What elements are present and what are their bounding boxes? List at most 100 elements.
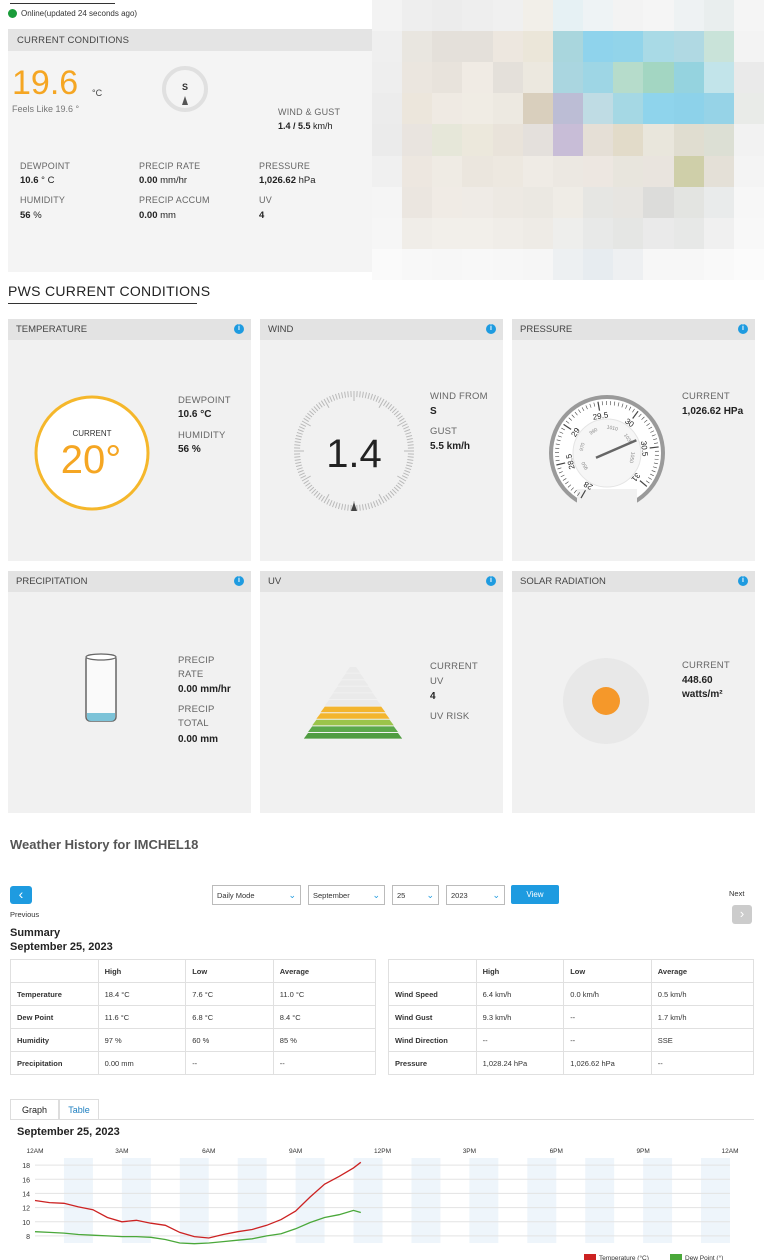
summary-table-left: High Low Average Temperature 18.4 °C 7.6 °C 11… [10, 959, 377, 1075]
table-cell: 97 % [97, 1028, 187, 1052]
y-tick-label: 8 [26, 1234, 30, 1241]
dewpoint-label: DEWPOINT [20, 161, 71, 171]
column-header: Low [185, 959, 274, 983]
pws-dewpoint-label: DEWPOINT [178, 395, 231, 406]
table-header-row: High Low Average [388, 959, 755, 983]
uv-current-label-1: CURRENT [430, 661, 478, 672]
pws-precip-total-value: 0.00 mm [178, 734, 219, 745]
precipitation-card: PRECIPITATION i PRECIP RATE 0.00 mm/hr P… [8, 571, 251, 813]
chevron-down-icon: ⌄ [372, 889, 380, 900]
wind-gust-value: 1.4 / 5.5 km/h [278, 121, 333, 131]
temperature-card: TEMPERATURE i CURRENT 20° DEWPOINT 10.6 … [8, 319, 251, 561]
pressure-current-label: CURRENT [682, 391, 730, 402]
uv-level-band [341, 673, 365, 680]
day-select[interactable]: 25 ⌄ [392, 885, 439, 905]
next-label[interactable]: Next [729, 889, 744, 898]
rain-gauge-icon [85, 653, 117, 722]
mode-select[interactable]: Daily Mode ⌄ [212, 885, 301, 905]
table-cell: 11.0 °C [272, 982, 377, 1006]
wind-direction: S [181, 82, 188, 92]
info-icon[interactable]: i [486, 324, 496, 334]
info-icon[interactable]: i [234, 576, 244, 586]
wind-compass: S [162, 66, 208, 112]
history-chart[interactable]: 8 10 12 14 16 18 12AM 3AM 6AM 9AM 12PM 3PM 6PM 9PM 12A… [0, 1140, 764, 1260]
legend-swatch [670, 1254, 682, 1260]
tab-table[interactable]: Table [59, 1099, 99, 1120]
table-header-row: High Low Average [10, 959, 377, 983]
uv-level-band [337, 680, 369, 686]
legend-label: Temperature (°C) [599, 1254, 649, 1260]
solar-current-value: 448.60 [682, 675, 713, 686]
pws-title-underline [8, 303, 197, 304]
uv-card-header: UV i [260, 571, 503, 592]
view-button[interactable]: View [511, 885, 559, 904]
pws-dewpoint-value: 10.6 °C [178, 409, 212, 420]
chart-band [121, 1158, 151, 1243]
previous-label[interactable]: Previous [10, 910, 39, 919]
row-label: Precipitation [10, 1051, 99, 1075]
online-dot-icon [8, 9, 17, 18]
humidity-label: HUMIDITY [20, 195, 66, 205]
day-select-value: 25 [397, 890, 406, 900]
chart-band [179, 1158, 209, 1243]
info-icon[interactable]: i [234, 324, 244, 334]
y-tick-label: 14 [22, 1191, 30, 1198]
uv-level-band [312, 719, 394, 726]
x-tick-label: 3PM [463, 1148, 476, 1155]
temperature-card-header: TEMPERATURE i [8, 319, 251, 340]
row-label: Humidity [10, 1028, 99, 1052]
table-cell: 11.6 °C [97, 1005, 187, 1029]
temperature-unit: °C [92, 88, 103, 98]
column-header: High [97, 959, 187, 983]
tab-graph[interactable]: Graph [10, 1099, 59, 1120]
solar-card: SOLAR RADIATION i CURRENT 448.60 watts/m… [512, 571, 755, 813]
chart-band [237, 1158, 267, 1243]
solar-current-label: CURRENT [682, 660, 730, 671]
table-cell: -- [185, 1051, 274, 1075]
solar-card-title: SOLAR RADIATION [520, 576, 606, 587]
table-cell: 85 % [272, 1028, 377, 1052]
previous-button[interactable]: ‹ [10, 886, 32, 904]
table-row: Dew Point 11.6 °C 6.8 °C 8.4 °C [10, 1005, 377, 1029]
table-cell: 7.6 °C [185, 982, 274, 1006]
mode-select-value: Daily Mode [217, 890, 255, 900]
pws-section-title: PWS CURRENT CONDITIONS [8, 283, 211, 299]
uv-value: 4 [259, 210, 265, 221]
precip-rate-label: PRECIP RATE [139, 161, 201, 171]
uv-current-value: 4 [430, 691, 436, 702]
table-cell: 0.00 mm [97, 1051, 187, 1075]
row-label: Temperature [10, 982, 99, 1006]
table-cell: 8.4 °C [272, 1005, 377, 1029]
table-row: Pressure 1,028.24 hPa 1,026.62 hPa -- [388, 1051, 755, 1075]
chart-band [701, 1158, 730, 1243]
precipitation-card-title: PRECIPITATION [16, 576, 88, 587]
next-button[interactable]: › [732, 905, 752, 924]
table-cell: 60 % [185, 1028, 274, 1052]
pressure-card: PRESSURE i 28 28.5 29 29.5 30 30.5 31 950 970 990… [512, 319, 755, 561]
weather-map[interactable] [372, 0, 764, 280]
table-cell: -- [563, 1005, 652, 1029]
table-cell: -- [563, 1028, 652, 1052]
wind-card-title: WIND [268, 324, 294, 335]
table-cell: 18.4 °C [97, 982, 187, 1006]
precip-accum-value: 0.00 mm [139, 210, 176, 221]
compass-needle-icon [182, 96, 188, 105]
year-select-value: 2023 [451, 890, 468, 900]
table-cell: SSE [650, 1028, 755, 1052]
info-icon[interactable]: i [738, 324, 748, 334]
precip-rate-value: 0.00 mm/hr [139, 175, 188, 186]
info-icon[interactable]: i [738, 576, 748, 586]
precip-total-label-1: PRECIP [178, 704, 215, 715]
month-select[interactable]: September ⌄ [308, 885, 385, 905]
chart-band [643, 1158, 673, 1243]
table-cell: 0.0 km/h [563, 982, 652, 1006]
year-select[interactable]: 2023 ⌄ [446, 885, 505, 905]
chart-band [63, 1158, 93, 1243]
precip-rate-label-1: PRECIP [178, 655, 215, 666]
uv-current-label-2: UV [430, 676, 444, 687]
info-icon[interactable]: i [486, 576, 496, 586]
header-rule [10, 3, 115, 4]
summary-label: Summary [10, 927, 61, 939]
chevron-down-icon: ⌄ [492, 889, 500, 900]
table-row: Humidity 97 % 60 % 85 % [10, 1028, 377, 1052]
